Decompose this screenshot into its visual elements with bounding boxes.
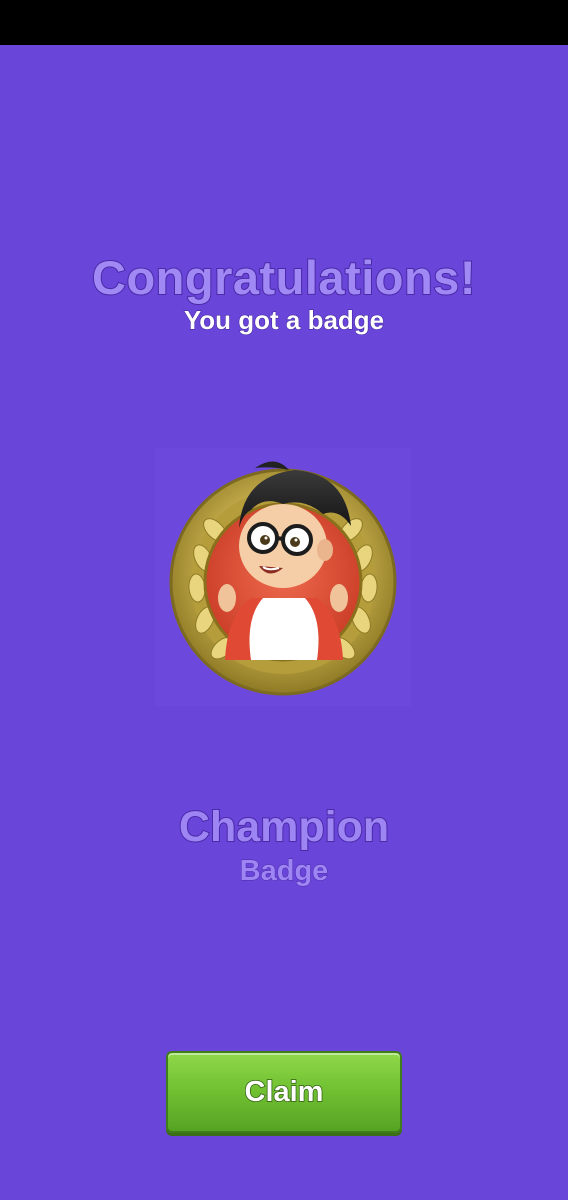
badge-subtitle: You got a badge [183, 305, 385, 336]
claim-button-label: Claim [244, 1075, 324, 1109]
badge-type-label: Badge [239, 855, 329, 888]
champion-medal-icon [169, 461, 397, 696]
status-bar [0, 0, 568, 45]
badge-image [155, 448, 411, 706]
claim-button[interactable]: Claim [166, 1051, 402, 1133]
badge-name: Champion [178, 802, 390, 852]
congratulations-title: Congratulations! [91, 250, 476, 305]
